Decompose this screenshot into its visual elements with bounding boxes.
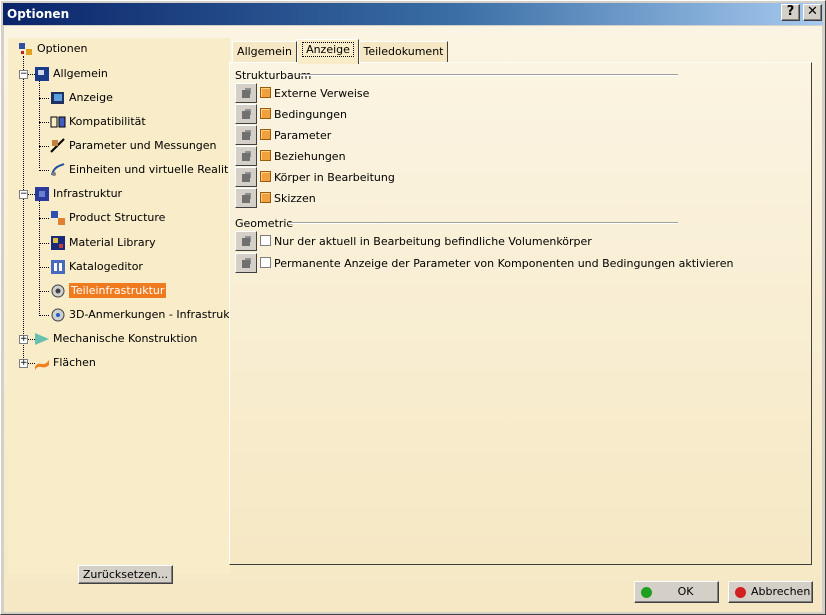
checkbox-nur-aktueller-volumenkoerper[interactable] xyxy=(260,235,271,246)
general-icon xyxy=(35,67,49,81)
lock-button[interactable] xyxy=(235,231,257,251)
display-icon xyxy=(51,92,64,104)
checkbox-koerper-in-bearbeitung[interactable] xyxy=(260,171,271,182)
ok-button[interactable]: OK xyxy=(634,581,719,603)
close-button[interactable]: ✕ xyxy=(803,4,822,21)
label-bedingungen: Bedingungen xyxy=(274,108,347,121)
tree-item-optionen[interactable]: Optionen xyxy=(18,39,87,59)
reset-button[interactable]: Zurücksetzen... xyxy=(78,565,173,584)
expand-mechanische-toggle[interactable]: + xyxy=(19,335,28,344)
tree-item-mechanische-konstruktion[interactable]: Mechanische Konstruktion xyxy=(34,329,197,349)
help-button[interactable]: ? xyxy=(781,4,800,21)
catalog-editor-icon xyxy=(51,260,65,274)
tree-item-einheiten[interactable]: Einheiten und virtuelle Realität xyxy=(50,160,239,180)
title-bar[interactable]: Optionen xyxy=(3,3,823,25)
label-koerper-in-bearbeitung: Körper in Bearbeitung xyxy=(274,171,395,184)
tab-allgemein[interactable]: Allgemein xyxy=(232,41,297,63)
tab-panel-anzeige: Strukturbaum Externe Verweise Bedingunge… xyxy=(229,62,812,565)
group-title-geometrie: Geometrie xyxy=(235,217,294,230)
tree-item-3d-anmerkungen[interactable]: 3D-Anmerkungen - Infrastruktur xyxy=(50,305,245,325)
help-icon: ? xyxy=(786,4,795,19)
collapse-infrastruktur-toggle[interactable]: − xyxy=(19,190,28,199)
checkbox-skizzen[interactable] xyxy=(260,192,271,203)
checkbox-permanente-anzeige[interactable] xyxy=(260,257,271,268)
checkbox-externe-verweise[interactable] xyxy=(260,87,271,98)
devices-icon xyxy=(51,163,65,176)
compatibility-icon xyxy=(50,116,66,128)
expand-flaechen-toggle[interactable]: + xyxy=(19,359,28,368)
lock-button[interactable] xyxy=(235,188,257,208)
part-infrastructure-icon xyxy=(51,284,65,298)
checkbox-parameter[interactable] xyxy=(260,129,271,140)
window-title: Optionen xyxy=(7,7,70,21)
tree-item-flaechen[interactable]: Flächen xyxy=(34,353,96,373)
cancel-icon xyxy=(735,587,746,598)
options-tree: − − + + Optionen Allgemein Anzeige Kompa… xyxy=(8,38,245,584)
tree-item-kompatibilitaet[interactable]: Kompatibilität xyxy=(50,112,146,132)
label-beziehungen: Beziehungen xyxy=(274,150,346,163)
label-parameter: Parameter xyxy=(274,129,332,142)
label-skizzen: Skizzen xyxy=(274,192,316,205)
lock-button[interactable] xyxy=(235,167,257,187)
tree-item-parameter-messungen[interactable]: Parameter und Messungen xyxy=(50,136,217,156)
tree-item-material-library[interactable]: Material Library xyxy=(50,233,156,253)
tree-item-anzeige[interactable]: Anzeige xyxy=(50,88,113,108)
checkbox-bedingungen[interactable] xyxy=(260,108,271,119)
label-nur-aktueller-volumenkoerper: Nur der aktuell in Bearbeitung befindlic… xyxy=(274,235,592,248)
infrastructure-icon xyxy=(35,187,49,201)
lock-button[interactable] xyxy=(235,253,257,273)
checkbox-beziehungen[interactable] xyxy=(260,150,271,161)
lock-button[interactable] xyxy=(235,125,257,145)
shape-icon xyxy=(35,360,49,370)
tab-anzeige[interactable]: Anzeige xyxy=(297,39,359,64)
dialog-body: − − + + Optionen Allgemein Anzeige Kompa… xyxy=(4,26,822,612)
collapse-allgemein-toggle[interactable]: − xyxy=(19,70,28,79)
tree-item-product-structure[interactable]: Product Structure xyxy=(50,208,165,228)
options-dialog: Optionen ? ✕ − − + + Optionen Allgemein … xyxy=(0,0,826,615)
lock-button[interactable] xyxy=(235,104,257,124)
parameters-icon xyxy=(50,138,65,153)
tree-item-allgemein[interactable]: Allgemein xyxy=(34,64,108,84)
close-icon: ✕ xyxy=(807,4,818,19)
lock-button[interactable] xyxy=(235,83,257,103)
lock-button[interactable] xyxy=(235,146,257,166)
tree-item-teileinfrastruktur[interactable]: Teileinfrastruktur xyxy=(50,281,167,301)
cancel-button[interactable]: Abbrechen xyxy=(728,581,813,603)
material-library-icon xyxy=(51,236,65,250)
label-externe-verweise: Externe Verweise xyxy=(274,87,370,100)
label-permanente-anzeige: Permanente Anzeige der Parameter von Kom… xyxy=(274,257,734,270)
product-structure-icon xyxy=(51,211,65,225)
3d-annotations-icon xyxy=(51,308,65,322)
options-icon xyxy=(19,43,32,55)
ok-icon xyxy=(641,587,652,598)
tab-teiledokument[interactable]: Teiledokument xyxy=(359,41,448,63)
mechanical-design-icon xyxy=(35,333,49,345)
tree-item-infrastruktur[interactable]: Infrastruktur xyxy=(34,184,122,204)
tree-item-katalogeditor[interactable]: Katalogeditor xyxy=(50,257,143,277)
